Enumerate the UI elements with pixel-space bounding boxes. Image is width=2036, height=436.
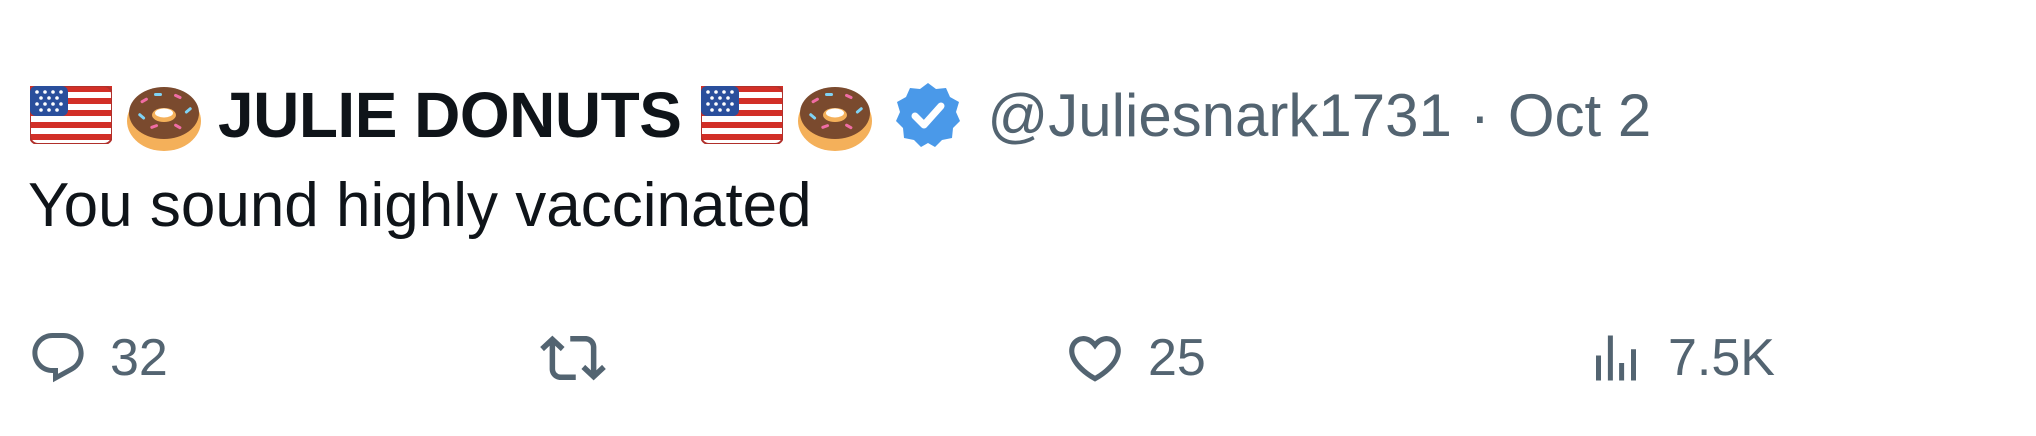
like-count: 25 [1148,329,1206,387]
tweet-header: JULIE DONUTS @Juliesnark1731 · Oct 2 [30,72,1651,158]
retweet-button[interactable] [540,318,628,398]
reply-button[interactable]: 32 [28,318,168,398]
views-button[interactable]: 7.5K [1586,318,1775,398]
heart-icon [1069,336,1121,382]
views-count: 7.5K [1668,329,1775,387]
author-display-name[interactable]: JULIE DONUTS [218,78,682,152]
verified-badge-icon[interactable] [893,80,963,150]
reply-icon [32,333,84,383]
reply-count: 32 [110,329,168,387]
tweet-actions: 32 25 7.5K [0,318,2036,398]
tweet-date[interactable]: Oct 2 [1508,81,1651,150]
author-handle[interactable]: @Juliesnark1731 [987,81,1452,150]
like-button[interactable]: 25 [1064,318,1206,398]
analytics-icon [1596,335,1636,381]
us-flag-icon [701,86,784,144]
tweet-text: You sound highly vaccinated [28,171,812,240]
tweet: JULIE DONUTS @Juliesnark1731 · Oct 2 You… [0,0,2036,436]
donut-icon [798,87,873,151]
header-separator: · [1469,81,1490,149]
retweet-icon [540,335,606,381]
donut-icon [127,87,201,151]
us-flag-icon [30,86,112,144]
